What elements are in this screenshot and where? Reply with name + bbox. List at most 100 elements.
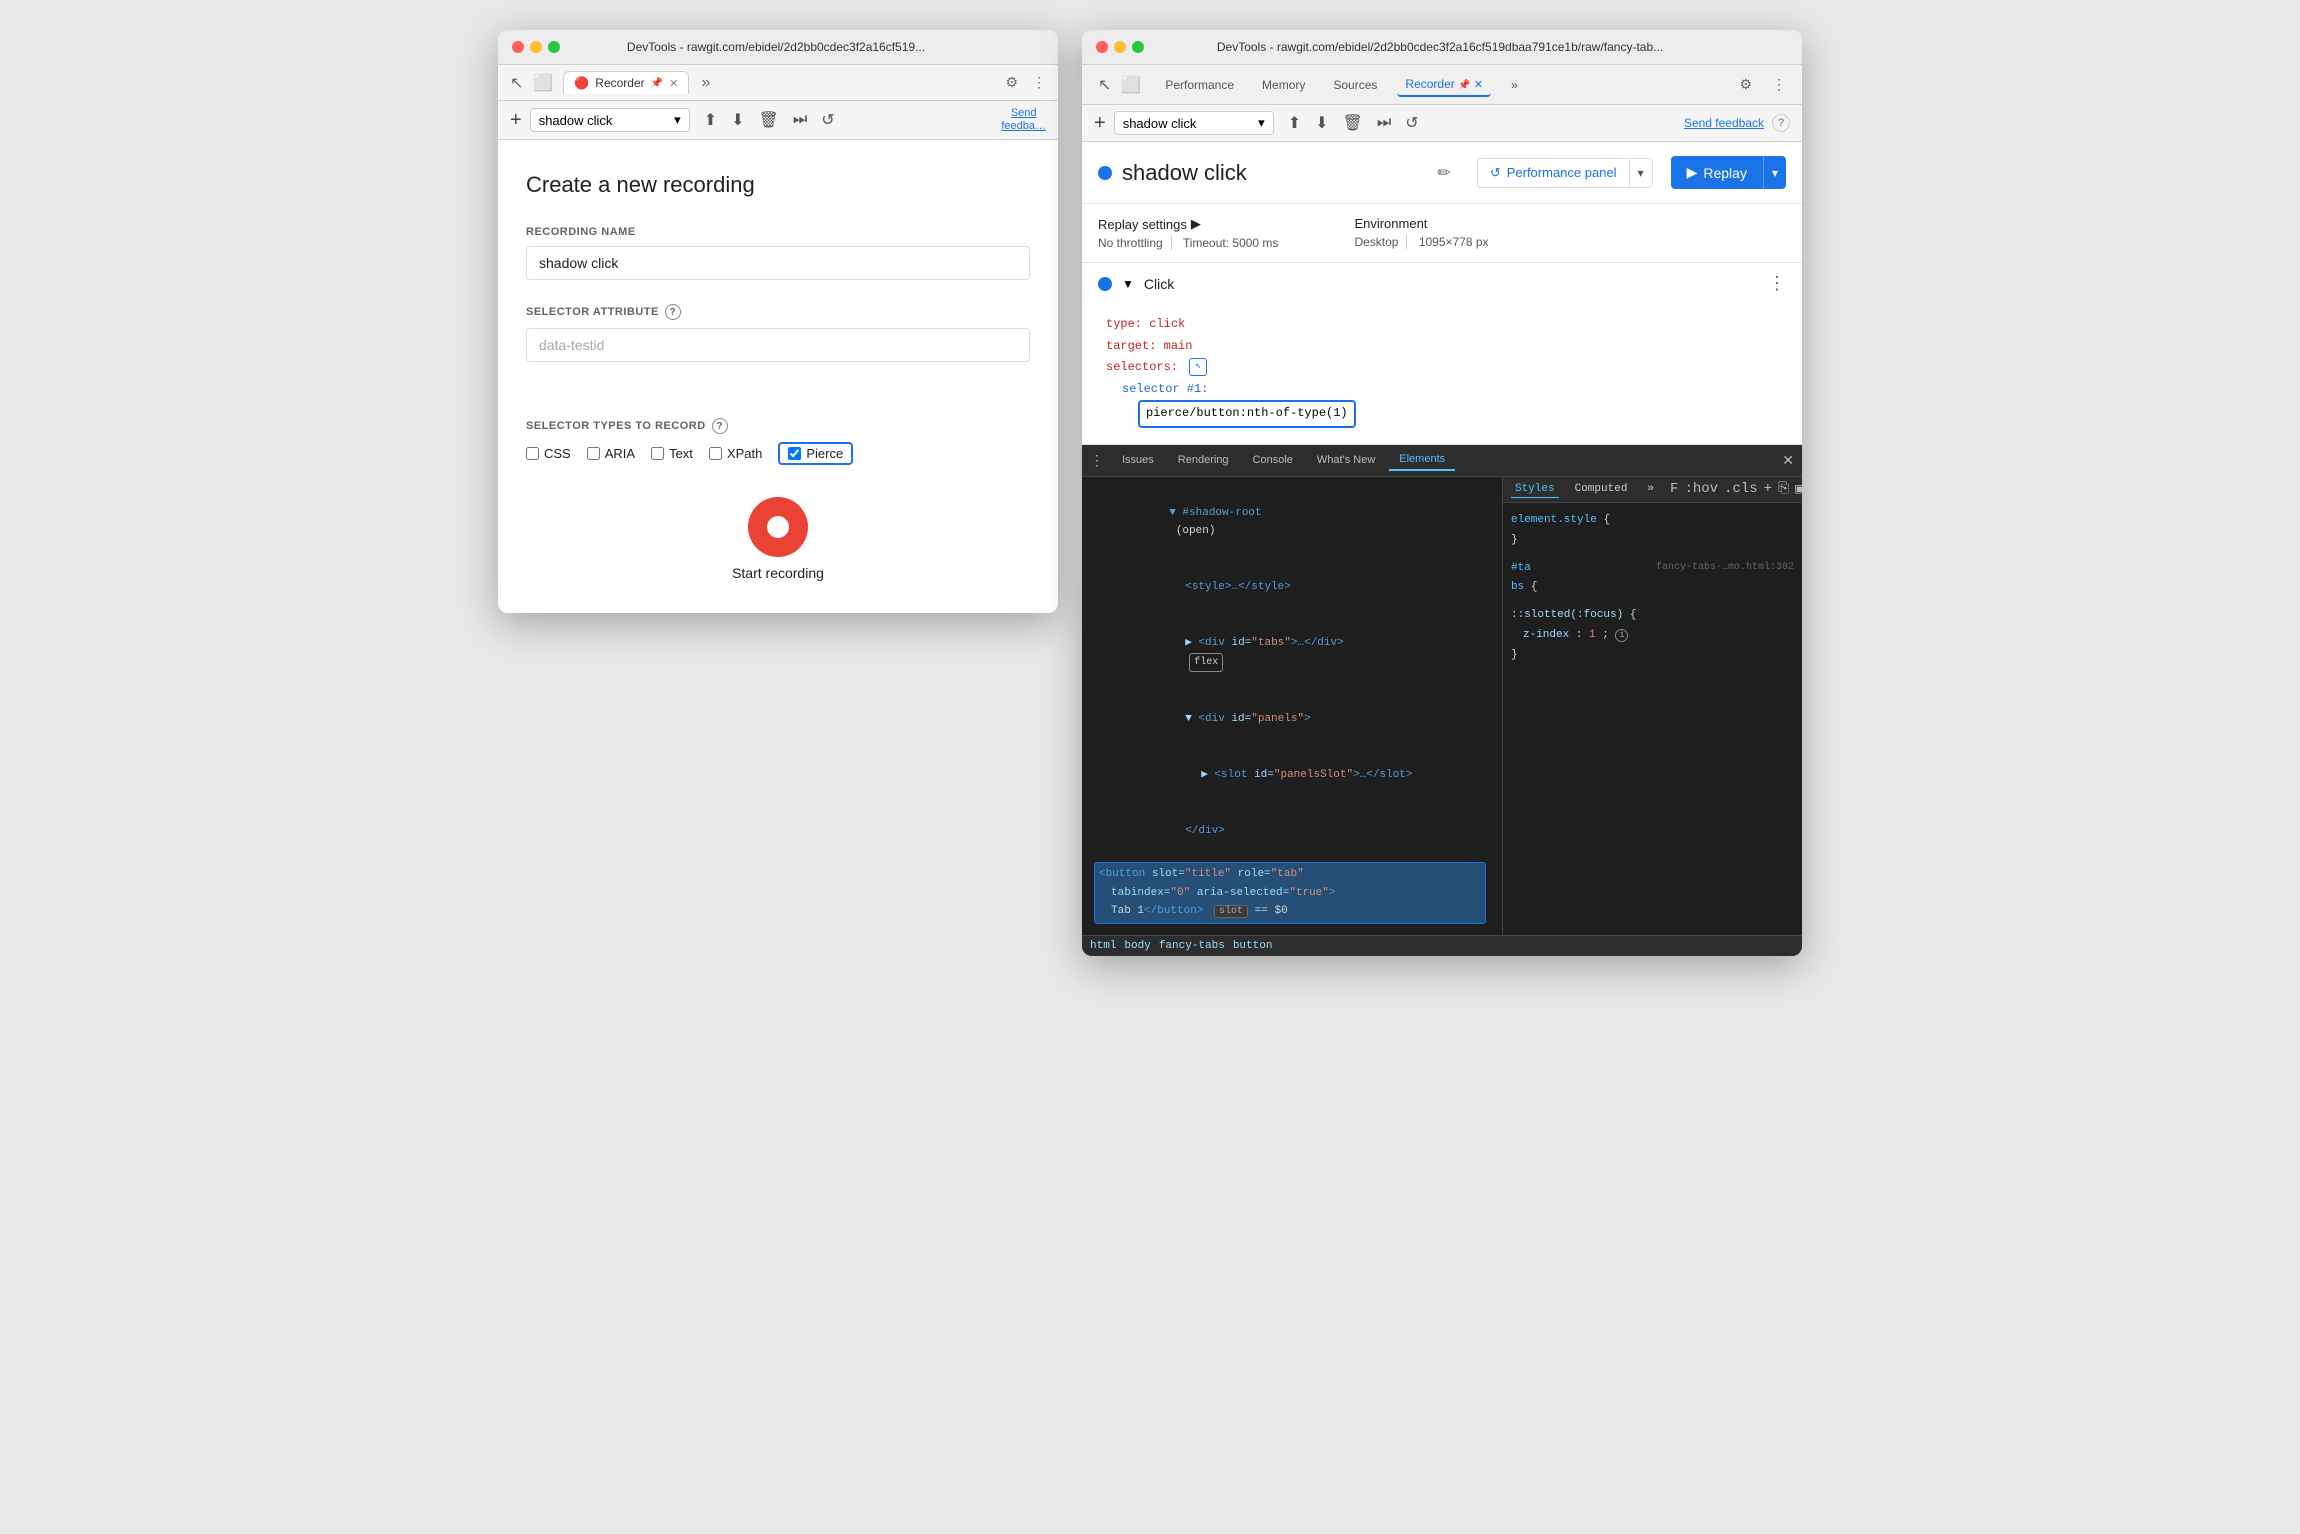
right-toggle-icon[interactable]: ⬜ <box>1117 73 1145 97</box>
click-event-more-icon[interactable]: ⋮ <box>1768 273 1786 294</box>
right-more-btn[interactable]: ⋮ <box>1768 72 1790 97</box>
bottom-panel-more-icon[interactable]: ⋮ <box>1090 452 1104 469</box>
right-export-btn[interactable]: ⬆ <box>1284 111 1305 135</box>
right-replay-small-btn[interactable]: ↺ <box>1401 111 1422 135</box>
styles-add-icon[interactable]: + <box>1764 481 1772 498</box>
recording-name-input[interactable] <box>526 246 1030 280</box>
tab-performance[interactable]: Performance <box>1157 74 1242 96</box>
performance-panel-btn[interactable]: ↺ Performance panel <box>1477 158 1630 188</box>
bottom-tab-issues[interactable]: Issues <box>1112 450 1164 470</box>
perf-panel-control: ↺ Performance panel ▾ <box>1477 158 1653 188</box>
slot-id-val: "panelsSlot" <box>1274 769 1353 781</box>
right-delete-btn[interactable]: 🗑 <box>1339 111 1367 135</box>
pierce-checkbox-label[interactable]: Pierce <box>778 442 853 465</box>
panels-open: <div <box>1198 713 1231 725</box>
selector-types-help-icon[interactable]: ? <box>712 418 728 434</box>
right-step-btn[interactable]: ⏭ <box>1373 112 1395 134</box>
replay-btn[interactable]: ▶ Replay <box>1671 156 1763 189</box>
styles-tab-styles[interactable]: Styles <box>1511 481 1559 498</box>
add-recording-btn[interactable]: + <box>510 110 522 130</box>
aria-checkbox-label[interactable]: ARIA <box>587 446 635 461</box>
css-source-file: fancy-tabs-…mo.html:302 <box>1656 559 1794 577</box>
export-btn[interactable]: ⬆ <box>700 108 721 132</box>
breadcrumb-button[interactable]: button <box>1233 940 1273 952</box>
right-settings-btn[interactable]: ⚙ <box>1735 72 1756 97</box>
styles-layout-icon[interactable]: ▣ <box>1795 481 1802 498</box>
styles-tabs: Styles Computed » F :hov .cls + ⎘ ▣ <box>1503 477 1802 503</box>
selector-attr-help-icon[interactable]: ? <box>665 304 681 320</box>
toggle-panels-icon[interactable]: ⬜ <box>529 71 557 95</box>
tab-more[interactable]: » <box>1503 74 1526 96</box>
panels-id-val: "panels" <box>1251 713 1304 725</box>
perf-panel-arrow-btn[interactable]: ▾ <box>1630 158 1653 188</box>
send-feedback-link[interactable]: Sendfeedba… <box>1001 107 1046 133</box>
dom-panel: ▼ #shadow-root (open) <style>…</style> ▶… <box>1082 477 1502 935</box>
xpath-checkbox[interactable] <box>709 447 722 460</box>
btn-line3: Tab 1</button> <box>1099 905 1203 917</box>
import-btn[interactable]: ⬇ <box>727 108 748 132</box>
bottom-tab-console[interactable]: Console <box>1243 450 1303 470</box>
bottom-tabs: ⋮ Issues Rendering Console What's New El… <box>1082 445 1802 477</box>
tab-memory[interactable]: Memory <box>1254 74 1313 96</box>
css-checkbox[interactable] <box>526 447 539 460</box>
edit-name-icon[interactable]: ✏ <box>1437 163 1450 183</box>
settings-btn[interactable]: ⚙ <box>1001 70 1022 95</box>
selected-button-line[interactable]: <button slot="title" role="tab" tabindex… <box>1090 861 1494 925</box>
window-title: DevTools - rawgit.com/ebidel/2d2bb0cdec3… <box>508 40 1044 54</box>
breadcrumb-fancy-tabs[interactable]: fancy-tabs <box>1159 940 1225 952</box>
element-style-block: element.style { } <box>1511 511 1794 551</box>
start-recording-btn[interactable] <box>748 497 808 557</box>
recording-select[interactable]: shadow click ▾ <box>530 108 690 132</box>
styles-filter-icon[interactable]: F <box>1670 481 1678 498</box>
slot-open: <slot <box>1214 769 1254 781</box>
pierce-checkbox-text: Pierce <box>806 446 843 461</box>
click-event-header[interactable]: ▼ Click ⋮ <box>1082 263 1802 304</box>
click-arrow-icon: ▼ <box>1122 277 1134 291</box>
tab-recorder[interactable]: Recorder 📌 ✕ <box>1397 73 1491 97</box>
right-import-btn[interactable]: ⬇ <box>1311 111 1332 135</box>
styles-cls-icon[interactable]: .cls <box>1724 481 1758 498</box>
replay-btn-small[interactable]: ↺ <box>817 108 838 132</box>
styles-hov-icon[interactable]: :hov <box>1684 481 1718 498</box>
selector-value: pierce/button:nth-of-type(1) <box>1138 400 1356 428</box>
css-checkbox-label[interactable]: CSS <box>526 446 571 461</box>
breadcrumb-body[interactable]: body <box>1124 940 1150 952</box>
tab-close-icon[interactable]: ✕ <box>669 77 678 90</box>
selector-attr-input[interactable] <box>526 328 1030 362</box>
step-btn[interactable]: ⏭ <box>789 109 811 131</box>
replay-arrow-btn[interactable]: ▾ <box>1763 156 1786 189</box>
bottom-tab-elements[interactable]: Elements <box>1389 449 1455 471</box>
recorder-tab[interactable]: 🔴 Recorder 📌 ✕ <box>563 71 689 94</box>
styles-copy-icon[interactable]: ⎘ <box>1778 481 1789 498</box>
bottom-tab-rendering[interactable]: Rendering <box>1168 450 1239 470</box>
left-devtools-window: DevTools - rawgit.com/ebidel/2d2bb0cdec3… <box>498 30 1058 613</box>
click-event-label: Click <box>1144 276 1758 292</box>
bottom-panel-close-icon[interactable]: ✕ <box>1782 452 1794 469</box>
more-tabs-btn[interactable]: » <box>695 72 716 94</box>
tab-pin-icon: 📌 <box>651 78 663 89</box>
replay-play-icon: ▶ <box>1687 164 1698 181</box>
text-checkbox-label[interactable]: Text <box>651 446 693 461</box>
slotted-open: { <box>1630 609 1637 621</box>
info-icon[interactable]: i <box>1615 629 1628 642</box>
styles-tab-more[interactable]: » <box>1643 481 1658 497</box>
text-checkbox[interactable] <box>651 447 664 460</box>
styles-panel: Styles Computed » F :hov .cls + ⎘ ▣ <box>1502 477 1802 935</box>
right-send-feedback-link[interactable]: Send feedback <box>1684 116 1764 130</box>
slotted-block: ::slotted(:focus) { z-index : 1 ; i } <box>1511 606 1794 665</box>
xpath-checkbox-label[interactable]: XPath <box>709 446 762 461</box>
bottom-tab-whats-new[interactable]: What's New <box>1307 450 1385 470</box>
more-options-btn[interactable]: ⋮ <box>1028 70 1050 95</box>
div-id-attr: id= <box>1231 637 1251 649</box>
right-add-btn[interactable]: + <box>1094 113 1106 133</box>
breadcrumb-html[interactable]: html <box>1090 940 1116 952</box>
delete-btn[interactable]: 🗑 <box>755 108 783 132</box>
replay-settings-section: Replay settings ▶ No throttling Timeout:… <box>1082 204 1802 263</box>
aria-checkbox[interactable] <box>587 447 600 460</box>
right-recording-select[interactable]: shadow click ▾ <box>1114 111 1274 135</box>
help-icon[interactable]: ? <box>1772 114 1790 132</box>
tab-sources[interactable]: Sources <box>1325 74 1385 96</box>
bottom-split-panel: ▼ #shadow-root (open) <style>…</style> ▶… <box>1082 477 1802 935</box>
pierce-checkbox[interactable] <box>788 447 801 460</box>
styles-tab-computed[interactable]: Computed <box>1571 481 1632 497</box>
